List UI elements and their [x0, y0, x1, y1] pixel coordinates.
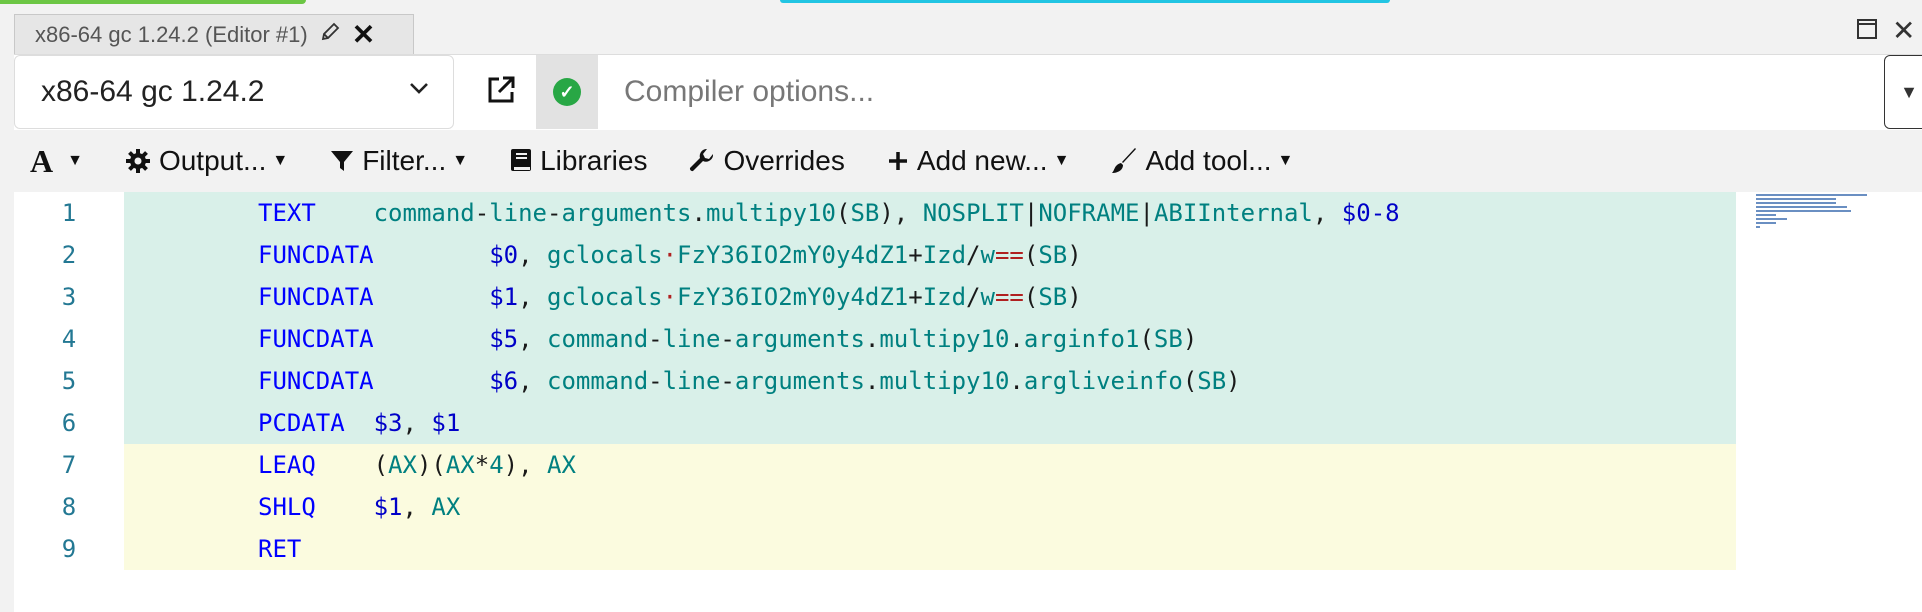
line-number: 2 [61, 241, 77, 269]
add-new-label: Add new... [916, 145, 1048, 176]
code-line[interactable]: 7 LEAQ (AX)(AX*4), AX [14, 444, 1922, 486]
caret-down-icon: ▼ [272, 152, 289, 169]
line-number: 3 [61, 283, 77, 311]
libraries-button[interactable]: Libraries [510, 145, 647, 177]
code-line[interactable]: 6 PCDATA $3, $1 [14, 402, 1922, 444]
add-tool-button[interactable]: Add tool... ▼ [1111, 145, 1293, 177]
minimap-line [1756, 210, 1852, 212]
brush-icon [1111, 148, 1137, 174]
editor-tabbar: x86-64 gc 1.24.2 (Editor #1) ✕ [14, 14, 1922, 54]
caret-down-icon: ▼ [452, 152, 469, 169]
code-text: SHLQ $1, AX [258, 493, 461, 521]
options-dropdown-button[interactable]: ▼ [1884, 55, 1922, 129]
compiler-name: x86-64 gc 1.24.2 [41, 75, 265, 108]
plus-icon [887, 150, 909, 172]
compiler-tab[interactable]: x86-64 gc 1.24.2 (Editor #1) ✕ [14, 14, 414, 54]
minimap-line [1756, 198, 1836, 200]
caret-down-icon: ▼ [1900, 81, 1918, 102]
code-text: FUNCDATA $6, command-line-arguments.mult… [258, 367, 1241, 395]
code-line[interactable]: 1 TEXT command-line-arguments.multipy10(S… [14, 192, 1922, 234]
maximize-icon[interactable] [1856, 18, 1878, 47]
overrides-label: Overrides [723, 145, 845, 176]
code-line[interactable]: 4 FUNCDATA $5, command-line-arguments.mul… [14, 318, 1922, 360]
close-pane-icon[interactable]: ✕ [1892, 14, 1915, 47]
caret-down-icon: ▼ [1277, 152, 1294, 169]
minimap[interactable] [1756, 194, 1896, 234]
line-number: 5 [61, 367, 77, 395]
book-icon [510, 148, 532, 174]
minimap-line [1756, 218, 1787, 220]
line-number: 6 [61, 409, 77, 437]
code-line[interactable]: 3 FUNCDATA $1, gclocals·FzY36IO2mY0y4dZ1+… [14, 276, 1922, 318]
compiler-select[interactable]: x86-64 gc 1.24.2 [14, 55, 454, 129]
line-highlight [124, 528, 1736, 570]
popout-icon [485, 74, 517, 111]
code-text: FUNCDATA $0, gclocals·FzY36IO2mY0y4dZ1+I… [258, 241, 1082, 269]
overrides-button[interactable]: Overrides [689, 145, 845, 177]
output-button[interactable]: Output... ▼ [125, 145, 288, 177]
filter-button[interactable]: Filter... ▼ [330, 145, 468, 177]
minimap-line [1756, 194, 1867, 196]
code-text: RET [258, 535, 302, 563]
filter-label: Filter... [362, 145, 447, 176]
code-text: LEAQ (AX)(AX*4), AX [258, 451, 576, 479]
assembly-output-editor[interactable]: 1 TEXT command-line-arguments.multipy10(S… [14, 192, 1922, 612]
code-line[interactable]: 9 RET [14, 528, 1922, 570]
minimap-line [1756, 202, 1836, 204]
minimap-line [1756, 226, 1761, 228]
font-size-button[interactable]: A ▼ [30, 143, 83, 180]
compile-status[interactable]: ✓ [536, 55, 598, 129]
add-tool-label: Add tool... [1145, 145, 1272, 176]
line-number: 9 [61, 535, 77, 563]
font-size-icon: A [30, 142, 54, 179]
chevron-down-icon [407, 76, 431, 107]
wrench-icon [689, 148, 715, 174]
code-line[interactable]: 2 FUNCDATA $0, gclocals·FzY36IO2mY0y4dZ1+… [14, 234, 1922, 276]
libraries-label: Libraries [540, 145, 648, 176]
code-text: FUNCDATA $5, command-line-arguments.mult… [258, 325, 1198, 353]
add-new-button[interactable]: Add new... ▼ [887, 145, 1070, 177]
close-icon[interactable]: ✕ [352, 20, 375, 49]
output-label: Output... [158, 145, 267, 176]
code-text: TEXT command-line-arguments.multipy10(SB… [258, 199, 1400, 227]
compiler-toolbar: A ▼ Output... ▼ Filter... ▼ Libraries Ov… [14, 130, 1922, 192]
minimap-line [1756, 206, 1847, 208]
filter-icon [330, 149, 354, 173]
caret-down-icon: ▼ [1053, 152, 1070, 169]
line-number: 1 [61, 199, 77, 227]
check-icon: ✓ [553, 78, 581, 106]
code-line[interactable]: 5 FUNCDATA $6, command-line-arguments.mul… [14, 360, 1922, 402]
code-text: PCDATA $3, $1 [258, 409, 461, 437]
pencil-icon[interactable] [320, 22, 340, 48]
minimap-line [1756, 222, 1776, 224]
compiler-options-input[interactable] [598, 55, 1882, 129]
pane-accent [780, 0, 1390, 3]
gear-icon [125, 148, 151, 174]
line-number: 8 [61, 493, 77, 521]
line-number: 7 [61, 451, 77, 479]
active-tab-accent [0, 0, 306, 4]
compiler-row: x86-64 gc 1.24.2 ✓ ▼ [14, 54, 1922, 132]
popout-button[interactable] [468, 55, 534, 129]
caret-down-icon: ▼ [67, 152, 83, 169]
code-line[interactable]: 8 SHLQ $1, AX [14, 486, 1922, 528]
line-number: 4 [61, 325, 77, 353]
compiler-tab-title: x86-64 gc 1.24.2 (Editor #1) [35, 21, 308, 47]
minimap-line [1756, 214, 1776, 216]
code-text: FUNCDATA $1, gclocals·FzY36IO2mY0y4dZ1+I… [258, 283, 1082, 311]
